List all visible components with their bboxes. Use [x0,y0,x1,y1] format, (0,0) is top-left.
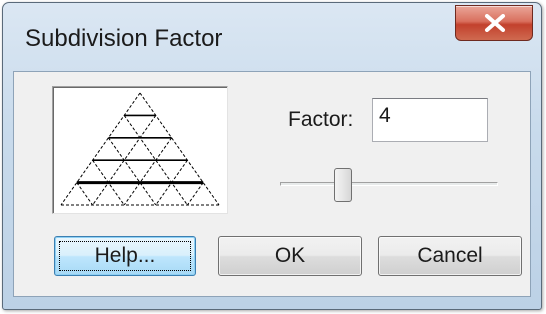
ok-button-label: OK [274,244,306,267]
factor-label: Factor: [288,108,354,131]
factor-input[interactable] [372,98,488,142]
dialog-client-area: Factor: Help... OK Cancel [13,71,531,297]
focus-rectangle [59,241,191,271]
grid-line [107,137,157,206]
factor-slider[interactable] [276,168,500,208]
grid-line [123,137,173,206]
help-button[interactable]: Help... [54,236,196,276]
cancel-button-label: Cancel [417,244,483,267]
dialog-window: Subdivision Factor Factor: Help... OK Ca… [2,2,542,310]
grid-line [139,92,220,206]
grid-line [186,182,204,206]
subdivision-preview [52,86,228,214]
ok-button[interactable]: OK [218,236,362,276]
grid-line [76,182,94,206]
slider-thumb[interactable] [334,168,352,202]
triangle-preview-icon [60,92,220,206]
slider-track[interactable] [280,182,498,186]
grid-line [60,92,141,206]
cancel-button[interactable]: Cancel [378,236,522,276]
dialog-title: Subdivision Factor [25,25,223,52]
close-icon [485,14,505,32]
close-button[interactable] [455,5,533,41]
title-bar[interactable]: Subdivision Factor [3,3,541,73]
